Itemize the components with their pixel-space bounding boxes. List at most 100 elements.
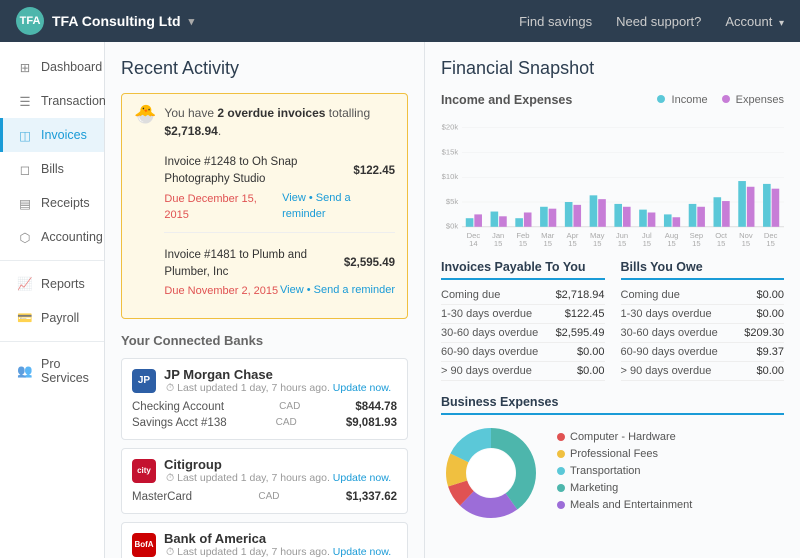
sidebar-item-payroll[interactable]: 💳 Payroll: [0, 301, 104, 335]
need-support-link[interactable]: Need support?: [616, 14, 701, 29]
inv-30-60-amount: $2,595.49: [556, 327, 605, 339]
left-panel: Recent Activity 🐣 You have 2 overdue inv…: [105, 42, 425, 558]
brand-dropdown-arrow[interactable]: ▾: [189, 15, 195, 28]
jp-morgan-savings: Savings Acct #138 CAD $9,081.93: [132, 415, 397, 431]
inv-row-coming: Coming due $2,718.94: [441, 286, 605, 305]
reports-icon: 📈: [17, 276, 33, 292]
citigroup-updated: ⏱ Last updated 1 day, 7 hours ago. Updat…: [166, 472, 391, 485]
top-nav-links: Find savings Need support? Account ▾: [519, 14, 784, 29]
sidebar-item-pro-services[interactable]: 👥 Pro Services: [0, 348, 104, 394]
expenses-content: Computer - Hardware Professional Fees Tr…: [441, 423, 784, 523]
dashboard-icon: ⊞: [17, 59, 33, 75]
donut-svg: [441, 423, 541, 523]
brand: TFA TFA Consulting Ltd ▾: [16, 7, 519, 35]
sidebar-divider: [0, 260, 104, 261]
citigroup-mastercard-label: MasterCard: [132, 491, 192, 503]
invoice-1481-desc: Invoice #1481 to Plumb and Plumber, Inc: [164, 247, 343, 282]
bills-90plus-amount: $0.00: [756, 365, 784, 377]
computer-label: Computer - Hardware: [570, 431, 676, 443]
invoice-1481-view[interactable]: View: [280, 284, 304, 296]
sidebar: ⊞ Dashboard ☰ Transactions ◫ Invoices ◻ …: [0, 42, 105, 558]
expenses-legend: Computer - Hardware Professional Fees Tr…: [557, 431, 692, 516]
receipts-icon: ▤: [17, 195, 33, 211]
marketing-color: [557, 484, 565, 492]
payroll-icon: 💳: [17, 310, 33, 326]
citigroup-update-link[interactable]: Update now.: [333, 472, 391, 484]
svg-text:$20k: $20k: [442, 123, 459, 132]
overdue-amount: $2,718.94: [164, 124, 217, 138]
sidebar-label-pro-services: Pro Services: [41, 357, 90, 385]
invoices-icon: ◫: [17, 127, 33, 143]
sidebar-item-bills[interactable]: ◻ Bills: [0, 152, 104, 186]
svg-text:$10k: $10k: [442, 172, 459, 181]
legend-professional: Professional Fees: [557, 448, 692, 460]
citigroup-mastercard-amount: $1,337.62: [346, 491, 397, 503]
svg-text:15: 15: [742, 239, 750, 247]
meals-color: [557, 501, 565, 509]
sidebar-item-dashboard[interactable]: ⊞ Dashboard: [0, 50, 104, 84]
invoice-item-1248: Invoice #1248 to Oh Snap Photography Stu…: [164, 146, 395, 233]
bank-boa: BofA Bank of America ⏱ Last updated 1 da…: [121, 522, 408, 558]
sidebar-label-reports: Reports: [41, 277, 85, 291]
chart-header: Income and Expenses Income Expenses: [441, 93, 784, 107]
find-savings-link[interactable]: Find savings: [519, 14, 592, 29]
invoices-payable-table: Invoices Payable To You Coming due $2,71…: [441, 260, 605, 381]
invoice-1481-due: Due November 2, 2015: [164, 283, 278, 300]
sidebar-item-transactions[interactable]: ☰ Transactions: [0, 84, 104, 118]
jp-morgan-checking-currency: CAD: [279, 401, 300, 413]
bills-30-60-amount: $209.30: [744, 327, 784, 339]
bar-chart: $20k $15k $10k $5k $0k: [441, 117, 784, 250]
svg-text:15: 15: [543, 239, 551, 247]
citigroup-mastercard: MasterCard CAD $1,337.62: [132, 489, 397, 505]
invoice-1248-actions: View • Send a reminder: [282, 190, 395, 223]
svg-text:15: 15: [667, 239, 675, 247]
jp-morgan-savings-label: Savings Acct #138: [132, 417, 227, 429]
svg-text:15: 15: [519, 239, 527, 247]
business-expenses-section: Business Expenses: [441, 395, 784, 523]
sidebar-label-receipts: Receipts: [41, 196, 90, 210]
inv-90plus-amount: $0.00: [577, 365, 605, 377]
bills-row-30-60: 30-60 days overdue $209.30: [621, 324, 785, 343]
right-panel: Financial Snapshot Income and Expenses I…: [425, 42, 800, 558]
bank-citigroup-header: city Citigroup ⏱ Last updated 1 day, 7 h…: [132, 457, 397, 485]
sidebar-label-bills: Bills: [41, 162, 64, 176]
bills-row-90plus: > 90 days overdue $0.00: [621, 362, 785, 381]
legend-expenses: Expenses: [722, 94, 784, 106]
invoice-1481-amount: $2,595.49: [344, 255, 395, 272]
jp-morgan-logo: JP: [132, 369, 156, 393]
bank-jp-morgan: JP JP Morgan Chase ⏱ Last updated 1 day,…: [121, 358, 408, 440]
alert-text: You have 2 overdue invoices totalling $2…: [164, 104, 395, 308]
inv-row-30-60: 30-60 days overdue $2,595.49: [441, 324, 605, 343]
invoices-payable-title: Invoices Payable To You: [441, 260, 605, 280]
sidebar-item-accounting[interactable]: ⬡ Accounting: [0, 220, 104, 254]
svg-text:15: 15: [766, 239, 774, 247]
professional-label: Professional Fees: [570, 448, 658, 460]
account-link[interactable]: Account ▾: [725, 14, 784, 29]
citigroup-mastercard-currency: CAD: [258, 491, 279, 503]
sidebar-item-receipts[interactable]: ▤ Receipts: [0, 186, 104, 220]
financial-tables: Invoices Payable To You Coming due $2,71…: [441, 260, 784, 381]
invoice-1481-reminder[interactable]: Send a reminder: [314, 284, 395, 296]
invoice-1248-due: Due December 15, 2015: [164, 191, 282, 224]
main-content: Recent Activity 🐣 You have 2 overdue inv…: [105, 42, 800, 558]
invoice-item-1481: Invoice #1481 to Plumb and Plumber, Inc …: [164, 239, 395, 308]
boa-update-link[interactable]: Update now.: [333, 546, 391, 558]
legend-marketing: Marketing: [557, 482, 692, 494]
bank-boa-header: BofA Bank of America ⏱ Last updated 1 da…: [132, 531, 397, 558]
jp-morgan-checking-amount: $844.78: [355, 401, 397, 413]
svg-text:15: 15: [494, 239, 502, 247]
inv-60-90-amount: $0.00: [577, 346, 605, 358]
invoice-1248-desc: Invoice #1248 to Oh Snap Photography Stu…: [164, 154, 353, 189]
bills-row-1-30: 1-30 days overdue $0.00: [621, 305, 785, 324]
chart-legend: Income Expenses: [657, 94, 784, 106]
professional-color: [557, 450, 565, 458]
inv-30-60-label: 30-60 days overdue: [441, 327, 538, 339]
sidebar-label-dashboard: Dashboard: [41, 60, 102, 74]
invoice-1248-view[interactable]: View: [282, 192, 306, 204]
jp-morgan-update-link[interactable]: Update now.: [333, 382, 391, 394]
alert-icon: 🐣: [134, 104, 156, 125]
sidebar-label-payroll: Payroll: [41, 311, 79, 325]
sidebar-item-reports[interactable]: 📈 Reports: [0, 267, 104, 301]
brand-logo: TFA: [16, 7, 44, 35]
sidebar-item-invoices[interactable]: ◫ Invoices: [0, 118, 104, 152]
